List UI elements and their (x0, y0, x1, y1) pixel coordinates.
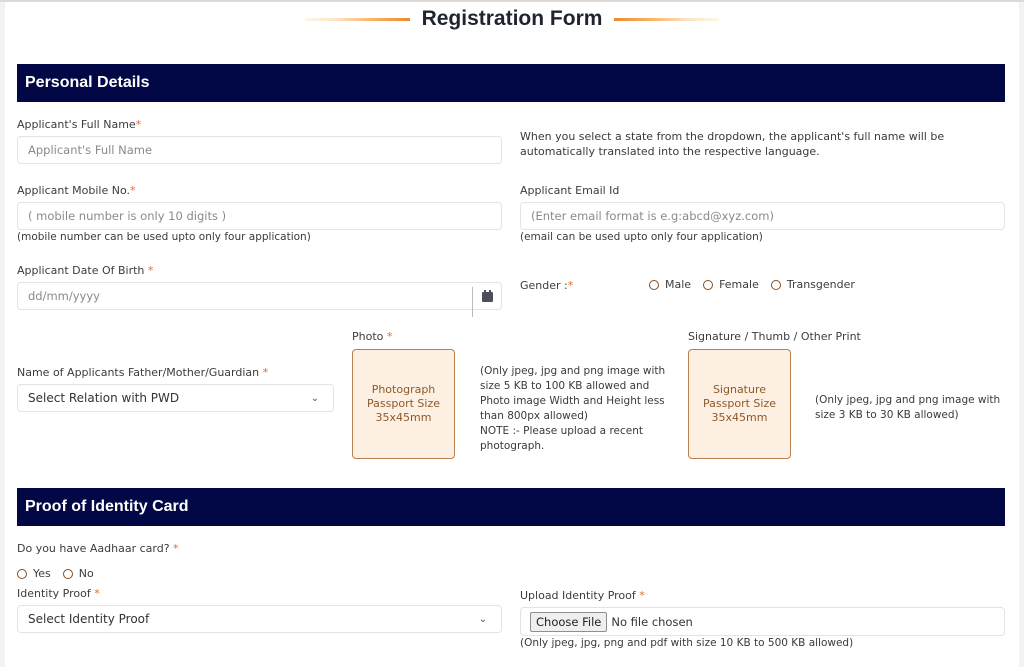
radio-button[interactable] (17, 568, 27, 579)
email-label: Applicant Email Id (520, 184, 620, 197)
required-star: * (386, 330, 393, 343)
title-row: Registration Form (0, 4, 1024, 34)
dob-field[interactable] (17, 282, 502, 317)
note-line: NOTE :- Please upload a recent (480, 425, 644, 437)
note-line: (Only jpeg, jpg and png image with (815, 394, 1001, 406)
radio-label: Yes (33, 567, 51, 580)
note-line: size 5 KB to 100 KB allowed and (480, 380, 650, 392)
dob-label: Applicant Date Of Birth * (17, 264, 153, 277)
email-input[interactable] (531, 203, 1004, 229)
guardian-label-text: Name of Applicants Father/Mother/Guardia… (17, 366, 263, 379)
identity-proof-label: Identity Proof * (17, 587, 100, 600)
section-header-proof-of-identity: Proof of Identity Card (17, 488, 1005, 526)
upload-box-line: 35x45mm (711, 411, 768, 424)
upload-box-line: Passport Size (367, 397, 440, 410)
aadhaar-label-text: Do you have Aadhaar card? (17, 542, 174, 555)
choose-file-button[interactable]: Choose File (530, 611, 608, 632)
note-line: size 3 KB to 30 KB allowed) (815, 409, 959, 421)
upload-box-line: 35x45mm (375, 411, 432, 424)
required-star: * (639, 589, 645, 602)
note-line: Photo image Width and Height less (480, 395, 665, 407)
aadhaar-option-no[interactable]: No (62, 567, 94, 580)
radio-button[interactable] (703, 279, 714, 290)
mobile-label: Applicant Mobile No.* (17, 184, 136, 197)
aadhaar-label: Do you have Aadhaar card? * (17, 542, 179, 555)
title-decoration-left (304, 17, 410, 21)
upload-box-line: Signature (712, 383, 767, 396)
guardian-relation-select[interactable]: Select Relation with PWD ⌄ (17, 384, 334, 412)
chevron-down-icon: ⌄ (310, 392, 320, 404)
mobile-label-text: Applicant Mobile No. (17, 184, 131, 197)
chevron-down-icon: ⌄ (478, 613, 488, 625)
dob-label-text: Applicant Date Of Birth (17, 264, 148, 277)
email-help-text: (email can be used upto only four applic… (520, 231, 763, 243)
gender-label-text: Gender : (520, 279, 568, 292)
photo-note: (Only jpeg, jpg and png image with size … (480, 364, 675, 454)
gender-radio-group: Male Female Transgender (649, 278, 867, 291)
gender-option-transgender[interactable]: Transgender (770, 278, 855, 291)
note-line: than 800px allowed) (480, 410, 588, 422)
title-decoration-right (614, 17, 720, 21)
mobile-field[interactable] (17, 202, 502, 230)
identity-proof-label-text: Identity Proof (17, 587, 95, 600)
gender-option-male[interactable]: Male (649, 278, 691, 291)
required-star: * (262, 366, 269, 379)
calendar-icon[interactable] (482, 290, 493, 302)
email-field[interactable] (520, 202, 1005, 230)
radio-label: Female (719, 278, 759, 291)
identity-proof-select[interactable]: Select Identity Proof ⌄ (17, 605, 502, 633)
required-star: * (567, 279, 574, 292)
full-name-field[interactable] (17, 136, 502, 164)
photo-label-text: Photo (352, 330, 387, 343)
section-header-personal-details: Personal Details (17, 64, 1005, 102)
guardian-label: Name of Applicants Father/Mother/Guardia… (17, 366, 268, 379)
upload-identity-label: Upload Identity Proof * (520, 589, 645, 602)
full-name-label-text: Applicant's Full Name (17, 118, 136, 131)
photo-label: Photo * (352, 330, 392, 343)
date-divider (472, 287, 473, 317)
upload-box-line: Photograph (371, 383, 436, 396)
upload-identity-file-input[interactable]: Choose File No file chosen (520, 607, 1005, 636)
aadhaar-radio-group: Yes No (17, 567, 106, 580)
upload-identity-label-text: Upload Identity Proof (520, 589, 640, 602)
signature-upload-box[interactable]: Signature Passport Size 35x45mm (688, 349, 791, 459)
note-line: (Only jpeg, jpg and png image with (480, 365, 666, 377)
upload-identity-help: (Only jpeg, jpg, png and pdf with size 1… (520, 637, 854, 649)
page-title: Registration Form (421, 7, 603, 30)
radio-label: Transgender (786, 278, 855, 291)
signature-label: Signature / Thumb / Other Print (688, 330, 861, 343)
note-line: photograph. (480, 440, 545, 452)
required-star: * (94, 587, 100, 600)
translation-note: When you select a state from the dropdow… (520, 130, 945, 158)
left-gutter (0, 2, 5, 667)
top-border (0, 0, 1024, 2)
radio-button[interactable] (62, 568, 73, 579)
upload-box-line: Passport Size (703, 397, 776, 410)
aadhaar-option-yes[interactable]: Yes (17, 567, 51, 580)
file-status: No file chosen (611, 614, 693, 629)
required-star: * (173, 542, 179, 555)
select-value: Select Relation with PWD (28, 391, 180, 405)
required-star: * (135, 118, 142, 131)
photo-upload-box[interactable]: Photograph Passport Size 35x45mm (352, 349, 455, 459)
mobile-help-text: (mobile number can be used upto only fou… (17, 231, 311, 243)
select-value: Select Identity Proof (28, 612, 150, 626)
mobile-input[interactable] (28, 203, 501, 229)
full-name-input[interactable] (28, 137, 501, 163)
required-star: * (130, 184, 136, 197)
signature-note: (Only jpeg, jpg and png image with size … (815, 393, 1015, 423)
scrollbar-track[interactable] (1019, 2, 1024, 667)
full-name-label: Applicant's Full Name* (17, 118, 141, 131)
required-star: * (147, 264, 154, 277)
radio-label: No (78, 567, 94, 580)
gender-option-female[interactable]: Female (703, 278, 759, 291)
radio-button[interactable] (649, 279, 659, 290)
radio-button[interactable] (770, 279, 781, 290)
radio-label: Male (665, 278, 692, 291)
dob-input[interactable] (28, 283, 501, 309)
gender-label: Gender :* (520, 279, 573, 292)
